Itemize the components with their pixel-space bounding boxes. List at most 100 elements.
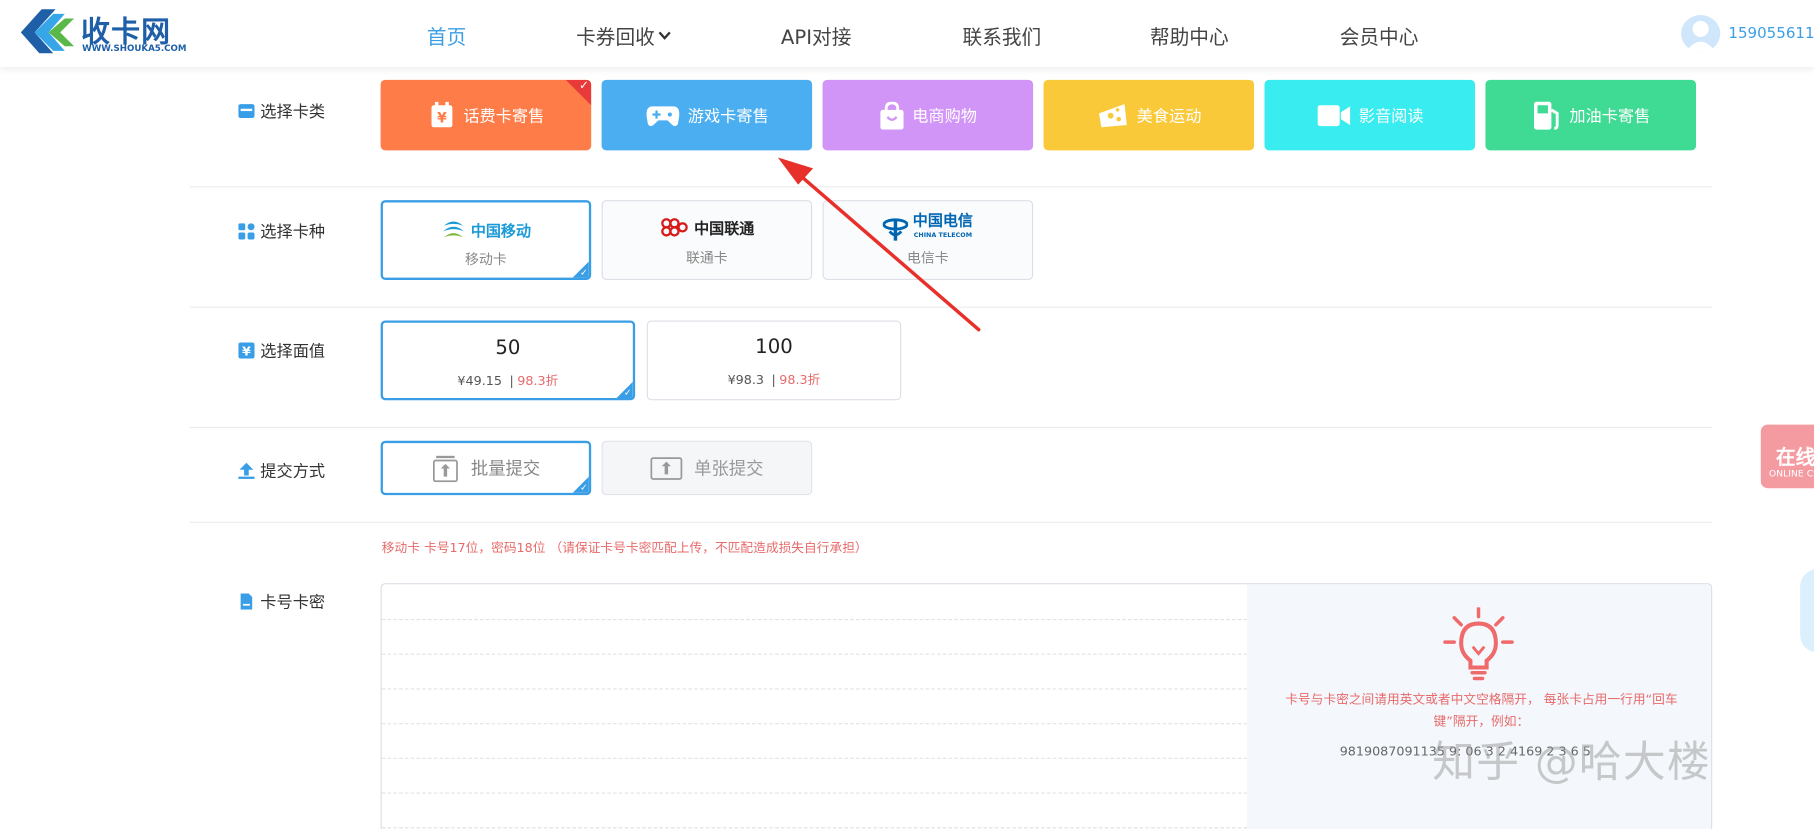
check-icon: ✓	[579, 267, 588, 278]
operator-china-unicom[interactable]: 中国联通 联通卡	[601, 200, 813, 280]
card-label-text: 卡号卡密	[260, 593, 326, 613]
operator-telecom-label: 电信卡	[906, 249, 949, 267]
input-line	[381, 688, 1248, 690]
nav-member[interactable]: 会员中心	[1340, 21, 1419, 50]
card-type-icon	[238, 104, 255, 119]
facevalue-amount: 100	[755, 335, 793, 359]
facevalue-amount: 50	[495, 336, 521, 360]
nav-api[interactable]: API对接	[781, 21, 851, 50]
video-icon	[1317, 104, 1350, 126]
facevalue-sep: |	[509, 373, 514, 389]
online-service-tab[interactable]: 在线 ONLINE CS	[1760, 424, 1814, 489]
avatar[interactable]	[1680, 15, 1721, 53]
yen-icon: ¥	[238, 342, 255, 359]
side-float-bubble[interactable]	[1800, 569, 1814, 653]
china-unicom-brand-text: 中国联通	[694, 220, 755, 238]
category-fuel-card-label: 加油卡寄售	[1569, 107, 1651, 126]
chevron-down-icon	[658, 31, 671, 40]
operator-unicom-label: 联通卡	[686, 249, 728, 267]
operator-label-text: 选择卡种	[260, 223, 326, 242]
watermark: 知乎 @哈大楼	[1432, 736, 1711, 787]
china-telecom-brand-text: 中国电信	[912, 212, 973, 231]
site-logo[interactable]: 收卡网 WWW.SHOUKA5.COM	[19, 5, 193, 58]
input-line	[381, 618, 1248, 621]
category-game-card[interactable]: 游戏卡寄售	[601, 79, 813, 151]
submit-batch-label: 批量提交	[470, 458, 541, 479]
input-line	[381, 792, 1248, 794]
input-line	[381, 757, 1248, 759]
page: 收卡网 WWW.SHOUKA5.COM 首页 卡券回收 API对接 联系我们 帮…	[0, 0, 1814, 829]
category-label-text: 选择卡类	[260, 102, 326, 122]
facevalue-discount: 98.3折	[517, 373, 559, 389]
input-line	[381, 653, 1248, 655]
facevalue-label-text: 选择面值	[260, 342, 326, 361]
category-ecommerce-label: 电商购物	[912, 107, 978, 126]
logo-mark-icon	[20, 9, 75, 54]
nav-home[interactable]: 首页	[427, 21, 466, 50]
submit-batch[interactable]: 批量提交 ✓	[380, 440, 592, 496]
grid-icon	[238, 223, 255, 240]
logo-url: WWW.SHOUKA5.COM	[82, 42, 187, 54]
fuel-pump-icon	[1533, 101, 1559, 130]
operator-mobile-label: 移动卡	[465, 251, 507, 268]
card-input-area[interactable]: 卡号与卡密之间请用英文或者中文空格隔开， 每张卡占用一行用“回车键”隔开，例如：…	[380, 583, 1713, 829]
china-mobile-brand: 中国移动	[383, 216, 589, 241]
shopping-bag-icon	[879, 101, 903, 129]
divider	[189, 306, 1713, 308]
china-mobile-logo-icon	[443, 221, 464, 238]
svg-text:¥: ¥	[437, 110, 447, 126]
china-telecom-logo-icon	[882, 218, 909, 241]
online-service-label: 在线	[1775, 446, 1814, 470]
upload-icon	[238, 462, 255, 479]
check-icon: ✓	[623, 387, 632, 398]
user-avatar-icon	[1685, 20, 1716, 53]
china-telecom-brand-stack: 中国电信 CHINA TELECOM	[912, 212, 973, 243]
facevalue-sep: |	[771, 372, 776, 388]
facevalue-discount: 98.3折	[779, 372, 821, 388]
card-format-hint: 移动卡 卡号17位，密码18位 （请保证卡号卡密匹配上传，不匹配造成损失自行承担…	[381, 540, 868, 556]
category-phone-bill[interactable]: ¥ 话费卡寄售 ✓	[380, 79, 592, 151]
china-telecom-brand-sub: CHINA TELECOM	[913, 232, 973, 240]
check-icon: ✓	[579, 482, 588, 493]
lightbulb-icon	[1443, 607, 1514, 681]
china-telecom-brand: 中国电信 CHINA TELECOM	[824, 212, 1032, 243]
card-textarea[interactable]	[381, 584, 1248, 829]
document-icon	[240, 593, 253, 610]
single-upload-icon	[650, 456, 683, 480]
category-label: 选择卡类	[238, 99, 325, 122]
input-tip-panel: 卡号与卡密之间请用英文或者中文空格隔开， 每张卡占用一行用“回车键”隔开，例如：…	[1247, 584, 1712, 829]
nav-card-recycle[interactable]: 卡券回收	[576, 21, 671, 50]
operator-china-mobile[interactable]: 中国移动 移动卡 ✓	[380, 200, 592, 280]
top-header: 收卡网 WWW.SHOUKA5.COM 首页 卡券回收 API对接 联系我们 帮…	[0, 0, 1814, 68]
category-video-reading-label: 影音阅读	[1358, 107, 1424, 126]
submit-single-label: 单张提交	[694, 458, 764, 479]
nav-card-recycle-label: 卡券回收	[576, 26, 655, 50]
facevalue-100[interactable]: 100 ¥98.3 | 98.3折	[646, 320, 902, 401]
category-food-sport-label: 美食运动	[1136, 107, 1202, 126]
input-line	[381, 723, 1248, 725]
nav-contact[interactable]: 联系我们	[963, 21, 1042, 50]
divider	[189, 186, 1713, 188]
operator-china-telecom[interactable]: 中国电信 CHINA TELECOM 电信卡	[822, 200, 1034, 280]
china-mobile-brand-text: 中国移动	[470, 222, 532, 241]
category-ecommerce[interactable]: 电商购物	[822, 79, 1034, 151]
china-unicom-brand: 中国联通	[603, 215, 811, 238]
divider	[189, 426, 1713, 429]
submit-label: 提交方式	[238, 459, 325, 482]
input-line	[381, 827, 1248, 829]
user-phone[interactable]: 15905561192	[1728, 25, 1814, 42]
category-phone-bill-label: 话费卡寄售	[463, 107, 545, 126]
facevalue-price-line: ¥98.3 | 98.3折	[648, 370, 900, 389]
facevalue-price: ¥98.3	[727, 372, 765, 388]
gamepad-icon	[645, 105, 679, 126]
nav-help[interactable]: 帮助中心	[1150, 21, 1229, 50]
category-video-reading[interactable]: 影音阅读	[1264, 79, 1476, 151]
category-fuel-card[interactable]: 加油卡寄售	[1485, 79, 1697, 151]
batch-upload-icon	[432, 455, 458, 482]
category-food-sport[interactable]: 美食运动	[1043, 79, 1255, 151]
facevalue-50[interactable]: 50 ¥49.15 | 98.3折 ✓	[380, 320, 636, 401]
food-sport-icon	[1098, 103, 1127, 127]
facevalue-price-line: ¥49.15 | 98.3折	[383, 371, 633, 390]
submit-single[interactable]: 单张提交	[601, 440, 813, 496]
card-label: 卡号卡密	[238, 590, 325, 613]
